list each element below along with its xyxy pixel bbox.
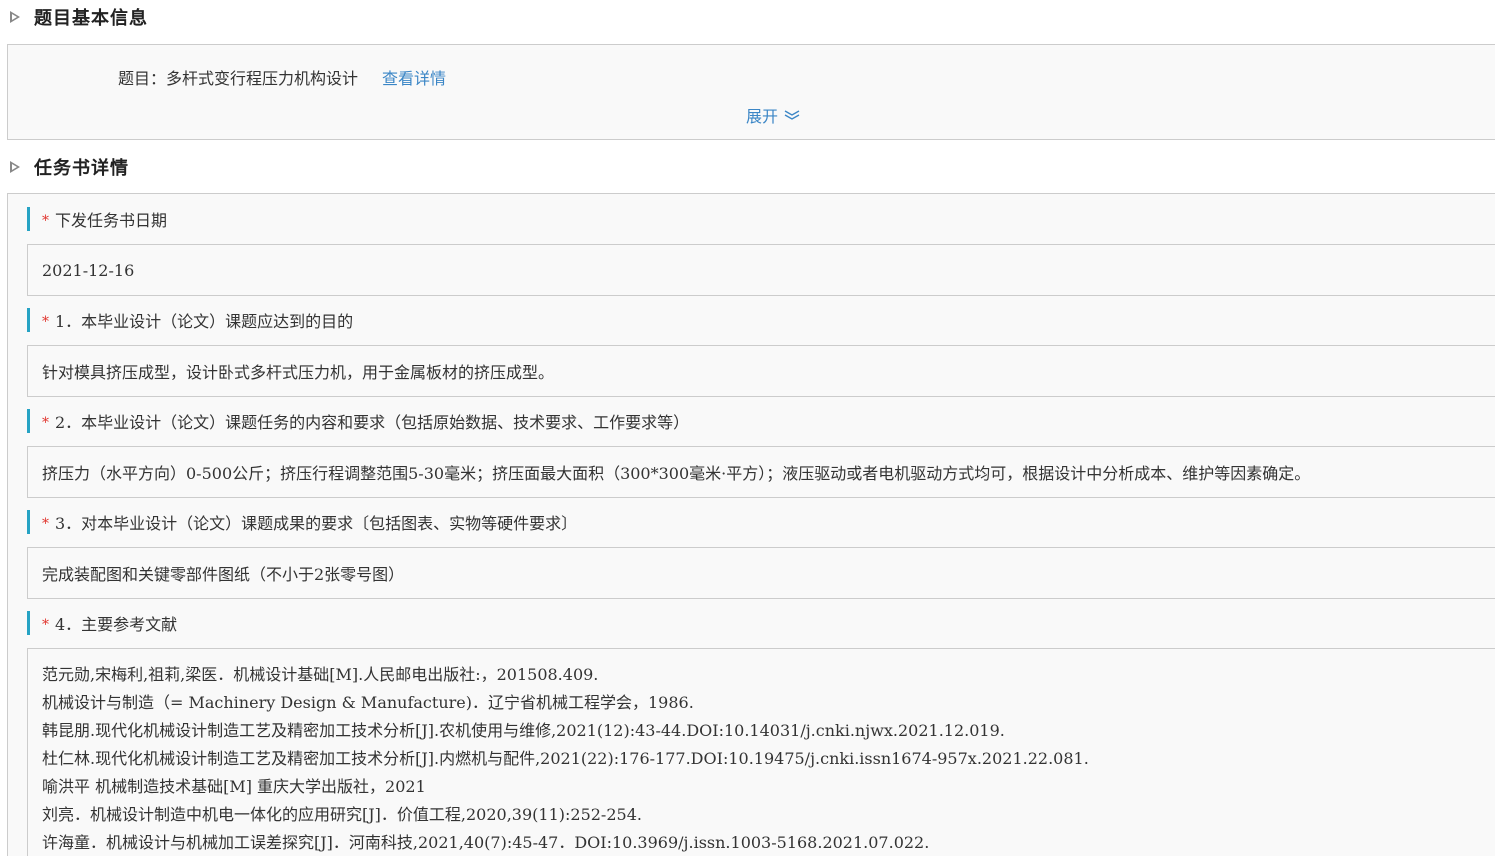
basic-info-title: 题目基本信息 xyxy=(34,8,148,29)
content-label: * 2．本毕业设计（论文）课题任务的内容和要求（包括原始数据、技术要求、工作要求… xyxy=(27,409,689,433)
list-item: 范元勋,宋梅利,祖莉,梁医．机械设计基础[M].人民邮电出版社:，201508.… xyxy=(42,665,599,684)
topic-label: 题目： xyxy=(118,69,167,88)
results-value: 完成装配图和关键零部件图纸（不小于2张零号图） xyxy=(27,547,1495,599)
list-item: 刘亮．机械设计制造中机电一体化的应用研究[J]．价值工程,2020,39(11)… xyxy=(42,805,642,824)
required-mark: * xyxy=(42,314,49,330)
purpose-text: 针对模具挤压成型，设计卧式多杆式压力机，用于金属板材的挤压成型。 xyxy=(42,363,555,382)
content-value: 挤压力（水平方向）0-500公斤；挤压行程调整范围5-30毫米；挤压面最大面积（… xyxy=(27,446,1495,498)
refs-label-text: 4．主要参考文献 xyxy=(55,615,178,634)
required-mark: * xyxy=(42,415,49,431)
list-item: 许海童．机械设计与机械加工误差探究[J]．河南科技,2021,40(7):45-… xyxy=(42,833,930,852)
basic-info-header[interactable]: 题目基本信息 xyxy=(10,2,148,32)
topic-value: 多杆式变行程压力机构设计 xyxy=(166,69,359,88)
content-label-text: 2．本毕业设计（论文）课题任务的内容和要求（包括原始数据、技术要求、工作要求等） xyxy=(55,413,690,432)
topic-row: 题目：多杆式变行程压力机构设计 查看详情 xyxy=(118,65,446,89)
purpose-label-text: 1．本毕业设计（论文）课题应达到的目的 xyxy=(55,312,354,331)
results-text: 完成装配图和关键零部件图纸（不小于2张零号图） xyxy=(42,565,405,584)
results-label: * 3．对本毕业设计（论文）课题成果的要求〔包括图表、实物等硬件要求〕 xyxy=(27,510,577,534)
view-details-link[interactable]: 查看详情 xyxy=(382,69,446,88)
required-mark: * xyxy=(42,617,49,633)
expand-button[interactable]: 展开 xyxy=(746,103,800,127)
chevron-double-down-icon xyxy=(784,110,800,120)
content-text: 挤压力（水平方向）0-500公斤；挤压行程调整范围5-30毫米；挤压面最大面积（… xyxy=(42,464,1311,483)
issue-date-text: 2021-12-16 xyxy=(42,260,135,280)
required-mark: * xyxy=(42,213,49,229)
expand-label: 展开 xyxy=(746,107,779,126)
purpose-label: * 1．本毕业设计（论文）课题应达到的目的 xyxy=(27,308,353,332)
purpose-value: 针对模具挤压成型，设计卧式多杆式压力机，用于金属板材的挤压成型。 xyxy=(27,345,1495,397)
task-book-title: 任务书详情 xyxy=(34,158,129,179)
page: 题目基本信息 题目：多杆式变行程压力机构设计 查看详情 展开 任务书详情 * 下发… xyxy=(0,0,1495,856)
collapse-triangle-icon[interactable] xyxy=(10,161,20,173)
basic-info-panel: 题目：多杆式变行程压力机构设计 查看详情 展开 xyxy=(7,44,1495,140)
required-mark: * xyxy=(42,516,49,532)
refs-label: * 4．主要参考文献 xyxy=(27,611,177,635)
issue-date-label: * 下发任务书日期 xyxy=(27,207,167,231)
task-book-header[interactable]: 任务书详情 xyxy=(10,152,129,182)
list-item: 喻洪平 机械制造技术基础[M] 重庆大学出版社，2021 xyxy=(42,777,426,796)
list-item: 机械设计与制造（= Machinery Design & Manufacture… xyxy=(42,693,694,712)
issue-date-label-text: 下发任务书日期 xyxy=(55,211,168,230)
refs-list: 范元勋,宋梅利,祖莉,梁医．机械设计基础[M].人民邮电出版社:，201508.… xyxy=(27,648,1495,856)
issue-date-value: 2021-12-16 xyxy=(27,244,1495,296)
collapse-triangle-icon[interactable] xyxy=(10,11,20,23)
list-item: 韩昆朋.现代化机械设计制造工艺及精密加工技术分析[J].农机使用与维修,2021… xyxy=(42,721,1005,740)
results-label-text: 3．对本毕业设计（论文）课题成果的要求〔包括图表、实物等硬件要求〕 xyxy=(55,514,578,533)
list-item: 杜仁林.现代化机械设计制造工艺及精密加工技术分析[J].内燃机与配件,2021(… xyxy=(42,749,1089,768)
